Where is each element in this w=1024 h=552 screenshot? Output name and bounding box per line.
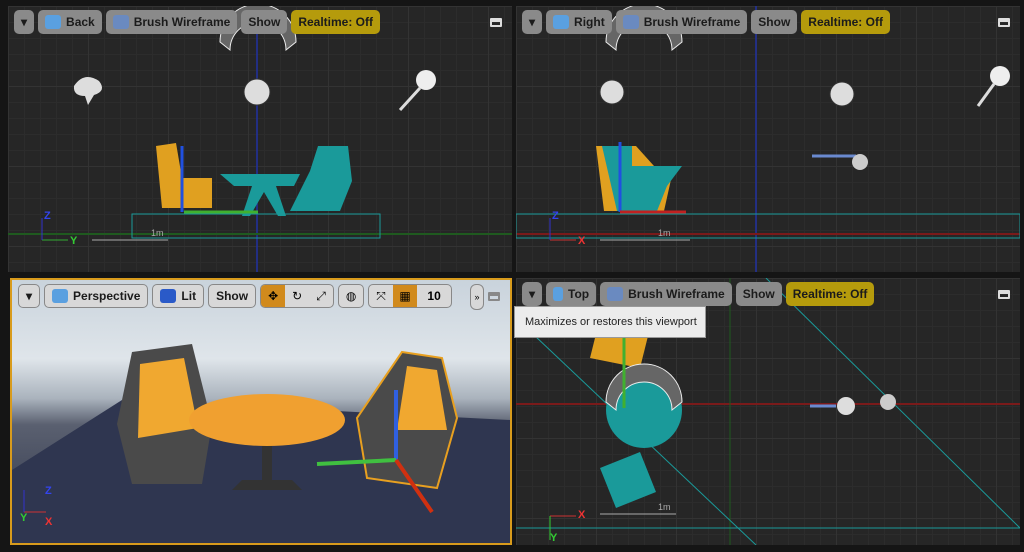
scale-icon[interactable]: ⤢ [309, 285, 333, 307]
viewport-perspective[interactable]: Z Y X ▾ Perspective Lit Show ✥ ↻ ⤢ ◍ ⤧ ▦… [10, 278, 512, 545]
viewport-toolbar: ▾ Right Brush Wireframe Show Realtime: O… [522, 10, 890, 34]
axis-z-label: Z [44, 210, 51, 222]
transform-tools: ✥ ↻ ⤢ [260, 284, 335, 308]
axis-z-label: Z [552, 210, 559, 222]
viewport-options-button[interactable]: ▾ [522, 10, 543, 34]
surface-snap-icon[interactable]: ⤧ [369, 285, 393, 307]
axis-y-label: Y [20, 512, 28, 524]
show-button[interactable]: Show [751, 10, 798, 34]
view-mode-button[interactable]: Brush Wireframe [600, 282, 732, 306]
view-mode-button[interactable]: Lit [152, 284, 205, 308]
grid-snap-value[interactable]: 10 [417, 285, 451, 307]
viewport-options-button[interactable]: ▾ [522, 282, 543, 306]
view-type-button[interactable]: Top [546, 282, 597, 306]
view-mode-label: Lit [181, 289, 197, 303]
translate-icon[interactable]: ✥ [261, 285, 286, 307]
rotate-icon[interactable]: ↻ [285, 285, 309, 307]
viewport-toolbar: ▾ Back Brush Wireframe Show Realtime: Of… [14, 10, 380, 34]
view-type-label: Top [568, 287, 590, 301]
view-mode-label: Brush Wireframe [133, 15, 231, 29]
realtime-button[interactable]: Realtime: Off [801, 10, 890, 34]
axis-x-label: X [578, 235, 586, 247]
view-type-button[interactable]: Back [38, 10, 102, 34]
show-button[interactable]: Show [208, 284, 257, 308]
scale-label: 1m [658, 228, 671, 238]
maximize-viewport-icon[interactable] [998, 18, 1010, 27]
view-mode-label: Brush Wireframe [628, 287, 725, 301]
view-type-label: Perspective [73, 289, 141, 303]
axis-x-label: X [45, 516, 53, 528]
tooltip: Maximizes or restores this viewport [514, 306, 706, 338]
coordinate-system: ◍ [338, 284, 365, 308]
viewport-options-button[interactable]: ▾ [14, 10, 35, 34]
scale-label: 1m [151, 228, 164, 238]
show-button[interactable]: Show [735, 282, 782, 306]
view-type-label: Back [66, 15, 95, 29]
axis-y-label: Y [550, 532, 558, 544]
axis-z-label: Z [45, 485, 52, 497]
viewport-options-button[interactable]: ▾ [18, 284, 41, 308]
maximize-viewport-icon[interactable] [488, 292, 500, 301]
viewport-toolbar: ▾ Perspective Lit Show ✥ ↻ ⤢ ◍ ⤧ ▦ 10 [18, 284, 453, 308]
back-view-icon [45, 15, 62, 29]
right-view-icon [553, 15, 570, 29]
view-mode-label: Brush Wireframe [643, 15, 741, 29]
world-globe-icon[interactable]: ◍ [339, 285, 363, 307]
snapping-tools: ⤧ ▦ 10 [368, 284, 453, 308]
perspective-view-icon [52, 289, 69, 303]
back-scene [8, 6, 512, 272]
axis-x-label: X [578, 509, 586, 521]
lit-cube-icon [160, 289, 177, 303]
right-scene [516, 6, 1020, 272]
viewport-toolbar: ▾ Top Brush Wireframe Show Realtime: Off [522, 282, 875, 306]
wireframe-cube-icon [622, 15, 639, 29]
show-button[interactable]: Show [241, 10, 288, 34]
view-mode-button[interactable]: Brush Wireframe [615, 10, 748, 34]
view-type-label: Right [574, 15, 605, 29]
grid-snap-icon[interactable]: ▦ [393, 285, 418, 307]
maximize-viewport-icon[interactable] [490, 18, 502, 27]
viewport-right[interactable]: Z X 1m ▾ Right Brush Wireframe Show Real… [516, 6, 1020, 272]
realtime-button[interactable]: Realtime: Off [291, 10, 380, 34]
maximize-viewport-icon[interactable] [998, 290, 1010, 299]
view-type-button[interactable]: Perspective [44, 284, 149, 308]
wireframe-cube-icon [112, 15, 129, 29]
more-options-button[interactable]: » [470, 284, 484, 310]
top-view-icon [553, 287, 564, 301]
viewport-back[interactable]: Z Y 1m ▾ Back Brush Wireframe Show Realt… [8, 6, 512, 272]
perspective-scene [12, 344, 510, 543]
view-type-button[interactable]: Right [546, 10, 612, 34]
wireframe-cube-icon [607, 287, 624, 301]
realtime-button[interactable]: Realtime: Off [785, 282, 875, 306]
view-mode-button[interactable]: Brush Wireframe [105, 10, 238, 34]
axis-y-label: Y [70, 235, 78, 247]
scale-label: 1m [658, 502, 671, 512]
